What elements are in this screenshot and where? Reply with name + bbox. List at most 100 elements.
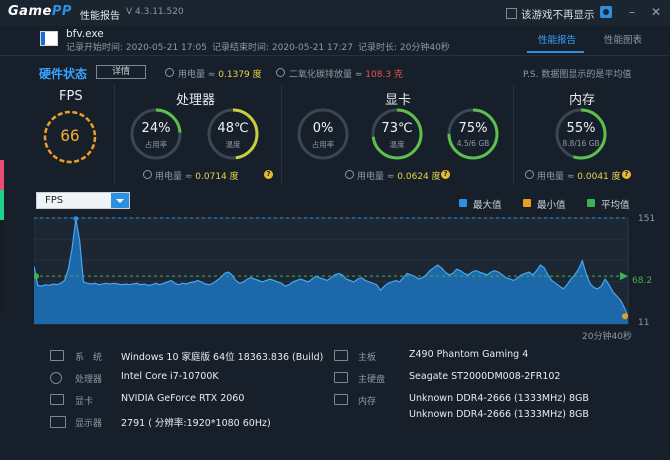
gpu-title: 显卡 — [385, 93, 412, 108]
chevron-down-icon[interactable] — [111, 193, 129, 208]
cpu-label: 处理器 — [75, 375, 103, 385]
display-value: 2791 ( 分辨率:1920*1080 60Hz) — [121, 418, 271, 429]
close-icon[interactable]: ✕ — [648, 4, 664, 20]
help-icon[interactable]: ? — [622, 170, 631, 179]
help-icon[interactable]: ? — [264, 170, 273, 179]
details-button[interactable]: 详情 — [96, 65, 146, 79]
mem-value-1: Unknown DDR4-2666 (1333MHz) 8GB — [409, 393, 589, 404]
disk-value: Seagate ST2000DM008-2FR102 — [409, 371, 561, 382]
power-icon — [345, 170, 354, 179]
no-show-label[interactable]: 该游戏不再显示 — [521, 7, 595, 22]
gpu-temp-gauge: 73℃ 温度 — [370, 107, 424, 161]
mem-label: 内存 — [358, 397, 377, 407]
tab-performance-chart[interactable]: 性能图表 — [604, 32, 642, 46]
no-show-checkbox[interactable] — [506, 8, 517, 19]
avg-value-label: 68.2 — [632, 276, 653, 286]
co2-icon — [276, 68, 285, 77]
cpu-usage-gauge: 24% 占用率 — [129, 107, 183, 161]
title-bar: GamePP 性能报告 V 4.3.11.520 该游戏不再显示 – ✕ — [0, 0, 670, 26]
cpu-power: 用电量 ≈ 0.0714 度 — [155, 172, 239, 182]
gpu-memory-value: 75% — [458, 121, 488, 136]
total-power: 用电量 ≈ 0.1379 度 — [178, 70, 262, 80]
desktop-edge-strip — [0, 160, 4, 310]
min-value-label: 11 — [638, 318, 650, 328]
legend-avg-label: 平均值 — [601, 200, 630, 211]
max-point — [73, 216, 79, 222]
memory-usage-label: 8.8/16 GB — [562, 139, 600, 148]
legend-min-swatch — [523, 199, 531, 207]
header-divider — [0, 55, 670, 56]
disk-label: 主硬盘 — [358, 375, 386, 385]
hardware-status-title: 硬件状态 — [39, 67, 88, 81]
gpu-power: 用电量 ≈ 0.0624 度 — [357, 172, 441, 182]
average-note: P.S. 数据图显示的是平均值 — [523, 70, 632, 80]
legend-avg-swatch — [587, 199, 595, 207]
fps-value: 66 — [60, 126, 80, 145]
legend-max-label: 最大值 — [473, 200, 502, 211]
minimize-icon[interactable]: – — [624, 4, 640, 20]
display-label: 显示器 — [75, 419, 103, 429]
gpu-memory-gauge: 75% 4.5/6 GB — [446, 107, 500, 161]
monitor-icon — [50, 416, 66, 428]
memory-title: 内存 — [569, 93, 596, 108]
performance-report-window: GamePP 性能报告 V 4.3.11.520 该游戏不再显示 – ✕ bfv… — [0, 0, 670, 460]
app-version: V 4.3.11.520 — [126, 7, 184, 17]
screenshot-camera-icon[interactable] — [600, 6, 612, 18]
cpu-temp-gauge: 48℃ 温度 — [206, 107, 260, 161]
power-icon — [143, 170, 152, 179]
gpu-temp-value: 73℃ — [381, 121, 413, 136]
tab-performance-report[interactable]: 性能报告 — [538, 32, 576, 46]
cpu-usage-value: 24% — [141, 121, 171, 136]
mem-value-2: Unknown DDR4-2666 (1333MHz) 8GB — [409, 409, 589, 420]
min-point — [622, 313, 628, 320]
active-tab-indicator — [527, 51, 584, 53]
board-label: 主板 — [358, 353, 377, 363]
gpu-value: NVIDIA GeForce RTX 2060 — [121, 393, 245, 404]
memory-usage-gauge: 55% 8.8/16 GB — [554, 107, 608, 161]
cpu-chip-icon — [50, 372, 62, 384]
gpu-usage-label: 占用率 — [311, 140, 335, 149]
gpu-card-icon — [50, 394, 64, 405]
app-logo: GamePP — [8, 4, 72, 19]
record-start-time: 记录开始时间: 2020-05-21 17:05 — [66, 43, 207, 53]
fps-area-chart — [34, 216, 629, 325]
legend-max-swatch — [459, 199, 467, 207]
fps-gauge: 66 — [42, 109, 98, 165]
motherboard-icon — [334, 350, 348, 361]
cpu-temp-label: 温度 — [225, 140, 241, 149]
x-end-label: 20分钟40秒 — [582, 332, 632, 342]
gpu-label: 显卡 — [75, 397, 94, 407]
os-icon — [50, 350, 64, 361]
record-duration: 记录时长: 20分钟40秒 — [358, 43, 450, 53]
disk-icon — [334, 372, 348, 383]
memory-usage-value: 55% — [566, 121, 596, 136]
co2-emission: 二氧化碳排放量 ≈ 108.3 克 — [289, 70, 403, 80]
legend-min-label: 最小值 — [537, 200, 566, 211]
help-icon[interactable]: ? — [441, 170, 450, 179]
panel-divider — [114, 84, 115, 184]
metric-select[interactable]: FPS — [36, 192, 130, 209]
gpu-memory-label: 4.5/6 GB — [456, 139, 490, 148]
window-title: 性能报告 — [80, 11, 120, 22]
record-end-time: 记录结束时间: 2020-05-21 17:27 — [212, 43, 353, 53]
metric-select-value: FPS — [45, 195, 64, 206]
power-icon — [165, 68, 174, 77]
cpu-usage-label: 占用率 — [144, 140, 168, 149]
os-value: Windows 10 家庭版 64位 18363.836 (Build) — [121, 352, 324, 363]
cpu-temp-value: 48℃ — [217, 121, 249, 136]
max-value-label: 151 — [638, 214, 656, 224]
board-value: Z490 Phantom Gaming 4 — [409, 349, 529, 360]
os-label: 系 统 — [75, 353, 103, 363]
gpu-usage-value: 0% — [312, 121, 334, 136]
cpu-value: Intel Core i7-10700K — [121, 371, 219, 382]
fps-title: FPS — [59, 89, 83, 104]
panel-divider — [513, 84, 514, 184]
process-app-icon — [40, 31, 58, 46]
memory-stick-icon — [334, 394, 348, 405]
memory-power: 用电量 ≈ 0.0041 度 — [537, 172, 621, 182]
cpu-title: 处理器 — [176, 93, 216, 108]
gpu-usage-gauge: 0% 占用率 — [296, 107, 350, 161]
process-name: bfv.exe — [66, 28, 104, 40]
panel-divider — [281, 84, 282, 184]
gpu-temp-label: 温度 — [389, 140, 405, 149]
